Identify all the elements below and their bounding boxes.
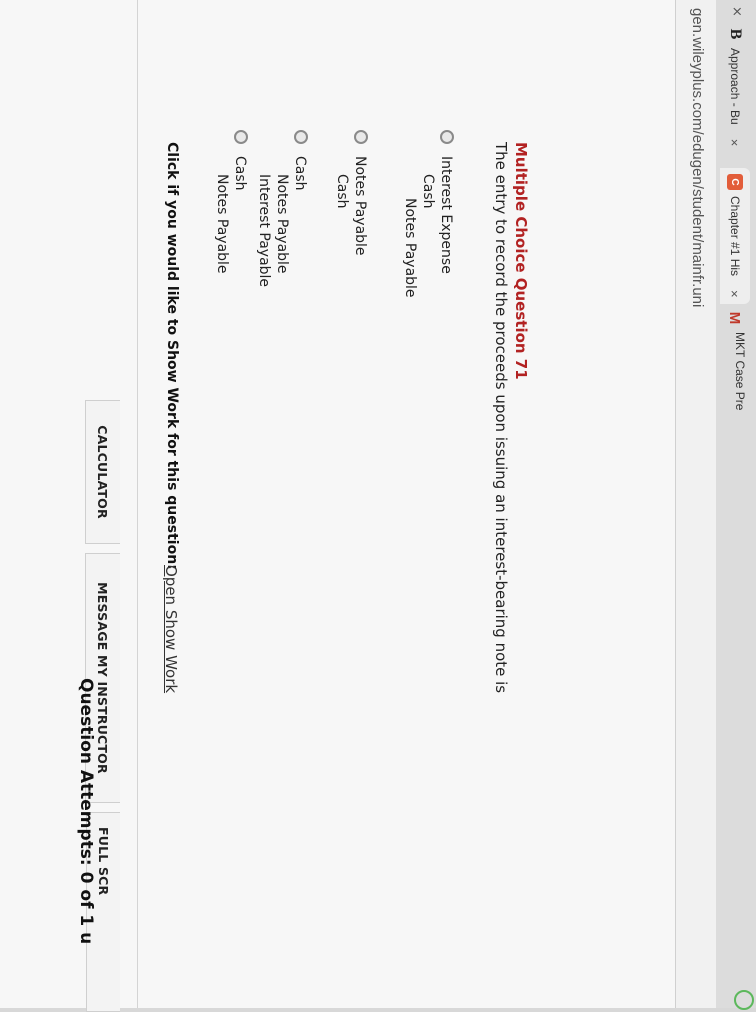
debit-account: Interest Expense xyxy=(438,156,454,274)
debit-account: Cash xyxy=(232,156,248,191)
radio-button[interactable] xyxy=(294,130,308,144)
debit-account: Notes Payable xyxy=(352,156,368,256)
browser-tab-approach[interactable]: B Approach - Bu × xyxy=(720,26,750,147)
close-tab-icon[interactable]: × xyxy=(729,6,744,17)
radio-button[interactable] xyxy=(354,130,368,144)
address-bar[interactable]: gen.wileyplus.com/edugen/student/mainfr.… xyxy=(675,0,716,1008)
question-title: Multiple Choice Question 71 xyxy=(512,142,530,380)
browser-tab-strip: × B Approach - Bu × C Chapter #1 His × M… xyxy=(715,0,756,1010)
tab-favicon-icon: C xyxy=(727,174,743,190)
browser-tab-chapter[interactable]: C Chapter #1 His × xyxy=(720,168,750,304)
radio-button[interactable] xyxy=(440,130,454,144)
option-entry: Cash Notes Payable Interest Payable xyxy=(255,156,309,287)
debit-account: Cash xyxy=(420,174,436,209)
browser-tab-mkt-case[interactable]: M MKT Case Pre xyxy=(720,310,750,411)
tab-label: Chapter #1 His xyxy=(728,196,742,277)
page-content: CALCULATOR MESSAGE MY INSTRUCTOR FULL SC… xyxy=(0,0,675,1012)
credit-account: Cash xyxy=(334,174,350,209)
credit-account: Notes Payable xyxy=(402,198,418,298)
radio-button[interactable] xyxy=(234,130,248,144)
extension-icon[interactable] xyxy=(734,990,754,1010)
option-entry: Notes Payable Cash xyxy=(333,156,369,256)
debit-account: Cash xyxy=(292,156,308,191)
section-divider xyxy=(137,0,138,1008)
answer-option-d[interactable]: Cash Notes Payable xyxy=(213,130,249,274)
tab-label: Approach - Bu xyxy=(728,48,742,125)
open-show-work-link[interactable]: Open Show Work xyxy=(162,565,180,693)
answer-option-c[interactable]: Cash Notes Payable Interest Payable xyxy=(255,130,309,287)
tab-label: MKT Case Pre xyxy=(733,332,747,411)
answer-option-b[interactable]: Notes Payable Cash xyxy=(333,130,369,256)
close-tab-icon[interactable]: × xyxy=(728,290,743,298)
question-text: The entry to record the proceeds upon is… xyxy=(492,142,510,694)
close-tab-icon[interactable]: × xyxy=(728,139,743,147)
answer-option-a[interactable]: Interest Expense Cash Notes Payable xyxy=(401,130,455,298)
credit-account: Interest Payable xyxy=(256,174,272,288)
question-attempts: Question Attempts: 0 of 1 u xyxy=(76,678,96,945)
url-text[interactable]: gen.wileyplus.com/edugen/student/mainfr.… xyxy=(689,8,706,307)
calculator-button[interactable]: CALCULATOR xyxy=(85,400,120,544)
credit-account: Notes Payable xyxy=(214,174,230,274)
option-entry: Interest Expense Cash Notes Payable xyxy=(401,156,455,298)
rotated-screen: × B Approach - Bu × C Chapter #1 His × M… xyxy=(0,0,756,1012)
credit-account: Notes Payable xyxy=(274,174,290,274)
gmail-icon: M xyxy=(726,311,744,325)
tab-favicon-icon: B xyxy=(727,28,744,40)
option-entry: Cash Notes Payable xyxy=(213,156,249,274)
show-work-prompt: Click if you would like to Show Work for… xyxy=(164,142,180,570)
